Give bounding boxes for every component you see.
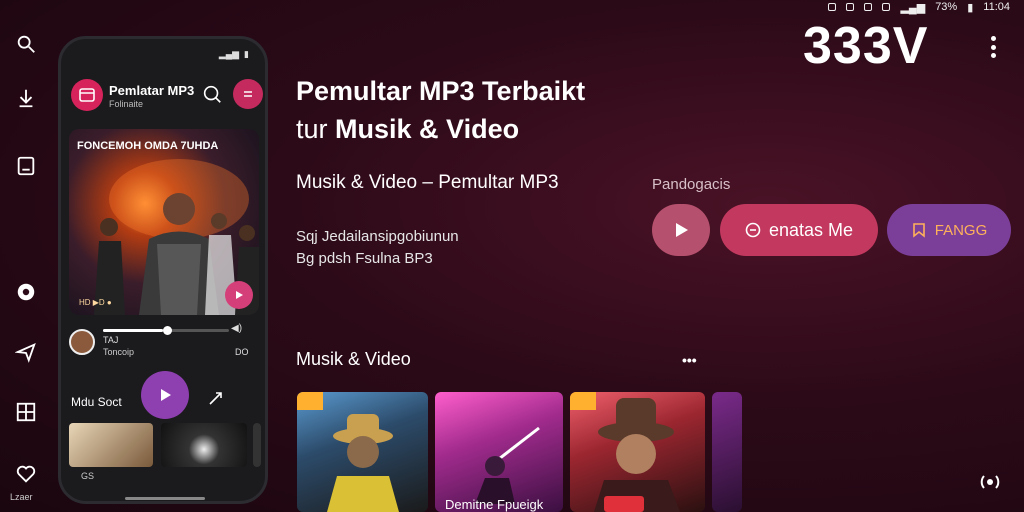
seek-bar[interactable] — [103, 326, 229, 335]
now-playing-label: TAJ — [103, 335, 119, 345]
app-title: Pemlatar MP3 — [109, 83, 195, 98]
search-icon[interactable] — [14, 32, 38, 56]
play-button[interactable] — [652, 204, 710, 256]
battery-icon: ▮ — [967, 1, 974, 14]
section-title: Musik & Video — [296, 349, 411, 369]
hero-description-2: Bg pdsh Fsulna BP3 — [296, 250, 433, 267]
side-rail: Lzaer — [0, 0, 52, 512]
now-playing-time: DO — [235, 347, 249, 357]
card-illustration — [327, 414, 399, 512]
seek-knob[interactable] — [163, 326, 173, 335]
screenshot-icon — [882, 3, 891, 11]
bookmark-icon[interactable] — [253, 423, 261, 467]
phone-nav: GS — [81, 471, 251, 487]
circle-icon — [745, 222, 761, 238]
queue-icon[interactable] — [14, 154, 38, 178]
notification-icon — [828, 3, 837, 11]
featured-poster[interactable]: FONCEMOH OMDA 7UHDA HD ▶D ● — [69, 129, 259, 315]
primary-action-label: enatas Me — [768, 219, 854, 240]
phone-signal-icon: ▂▄▆ — [218, 49, 240, 59]
thumbnail[interactable] — [161, 423, 247, 467]
app-search-icon[interactable] — [201, 83, 223, 105]
poster-play-button[interactable] — [225, 281, 253, 309]
clock: 11:04 — [983, 1, 1010, 13]
music-label: Mdu Soct — [71, 395, 122, 409]
phone-nav-label: GS — [81, 471, 95, 481]
signal-icon: ▂▄▆ — [900, 1, 926, 14]
hero-title-line1: Pemultar MP3 Terbaikt — [296, 76, 586, 106]
send-icon[interactable] — [14, 340, 38, 364]
share-icon[interactable] — [207, 389, 225, 407]
actions-label: Pandogacis — [652, 176, 731, 193]
app-logo-icon — [71, 79, 103, 111]
grid-icon[interactable] — [14, 400, 38, 424]
card-caption: Demitne Fpueigk — [445, 497, 544, 512]
more-options-icon[interactable] — [987, 36, 999, 58]
hero-description-1: Sqj Jedailansipgobiunun — [296, 228, 459, 245]
video-card[interactable] — [570, 392, 705, 512]
heart-icon[interactable] — [14, 462, 38, 486]
download-icon[interactable] — [14, 86, 38, 110]
seek-bar-fill — [103, 329, 164, 332]
poster-meta: HD ▶D ● — [79, 298, 112, 307]
secondary-action-label: FANGG — [934, 221, 988, 239]
video-card[interactable] — [297, 392, 428, 512]
app-header: Pemlatar MP3 Folinaite — [69, 77, 263, 113]
hero-title-prefix: tur — [296, 114, 328, 144]
phone-status-bar: ▂▄▆ ▮ — [61, 45, 265, 65]
header-number: 333V — [803, 17, 929, 75]
play-icon — [676, 223, 688, 237]
rail-caption: Lzaer — [10, 492, 33, 502]
hero-title-line2: tur Musik & Video — [296, 114, 519, 145]
video-card[interactable]: Demitne Fpueigk — [435, 392, 563, 512]
cast-icon[interactable] — [976, 468, 1004, 496]
card-illustration — [594, 398, 680, 512]
video-card[interactable] — [712, 392, 742, 512]
phone-mockup: ▂▄▆ ▮ Pemlatar MP3 Folinaite FONCEMOH OMD… — [58, 36, 268, 504]
secondary-action-button[interactable]: FANGG — [887, 204, 1011, 256]
status-bar: ▂▄▆ 73% ▮ 11:04 — [828, 0, 1010, 14]
cast-status-icon — [864, 3, 873, 11]
hero-title-main: Musik & Video — [335, 114, 520, 144]
now-playing-song: Toncoip — [103, 347, 135, 357]
thumbnail-row — [69, 423, 261, 467]
message-icon — [846, 3, 855, 11]
primary-action-button[interactable]: enatas Me — [720, 204, 878, 256]
card-illustration — [475, 426, 540, 504]
app-menu-button[interactable] — [233, 79, 263, 109]
settings-icon[interactable] — [14, 280, 38, 304]
now-playing-avatar — [69, 329, 95, 355]
battery-text: 73% — [935, 1, 958, 13]
volume-icon[interactable]: ◀) — [231, 323, 242, 334]
more-icon[interactable]: ••• — [682, 352, 697, 368]
phone-battery-icon: ▮ — [244, 49, 249, 59]
app-subtitle: Folinaite — [109, 99, 144, 109]
phone-play-button[interactable] — [141, 371, 189, 419]
home-indicator[interactable] — [125, 497, 205, 500]
thumbnail[interactable] — [69, 423, 153, 467]
now-playing: ◀) TAJ Toncoip DO — [69, 323, 259, 365]
hero-subtitle: Musik & Video – Pemultar MP3 — [296, 172, 559, 193]
bookmark-icon — [912, 223, 925, 238]
